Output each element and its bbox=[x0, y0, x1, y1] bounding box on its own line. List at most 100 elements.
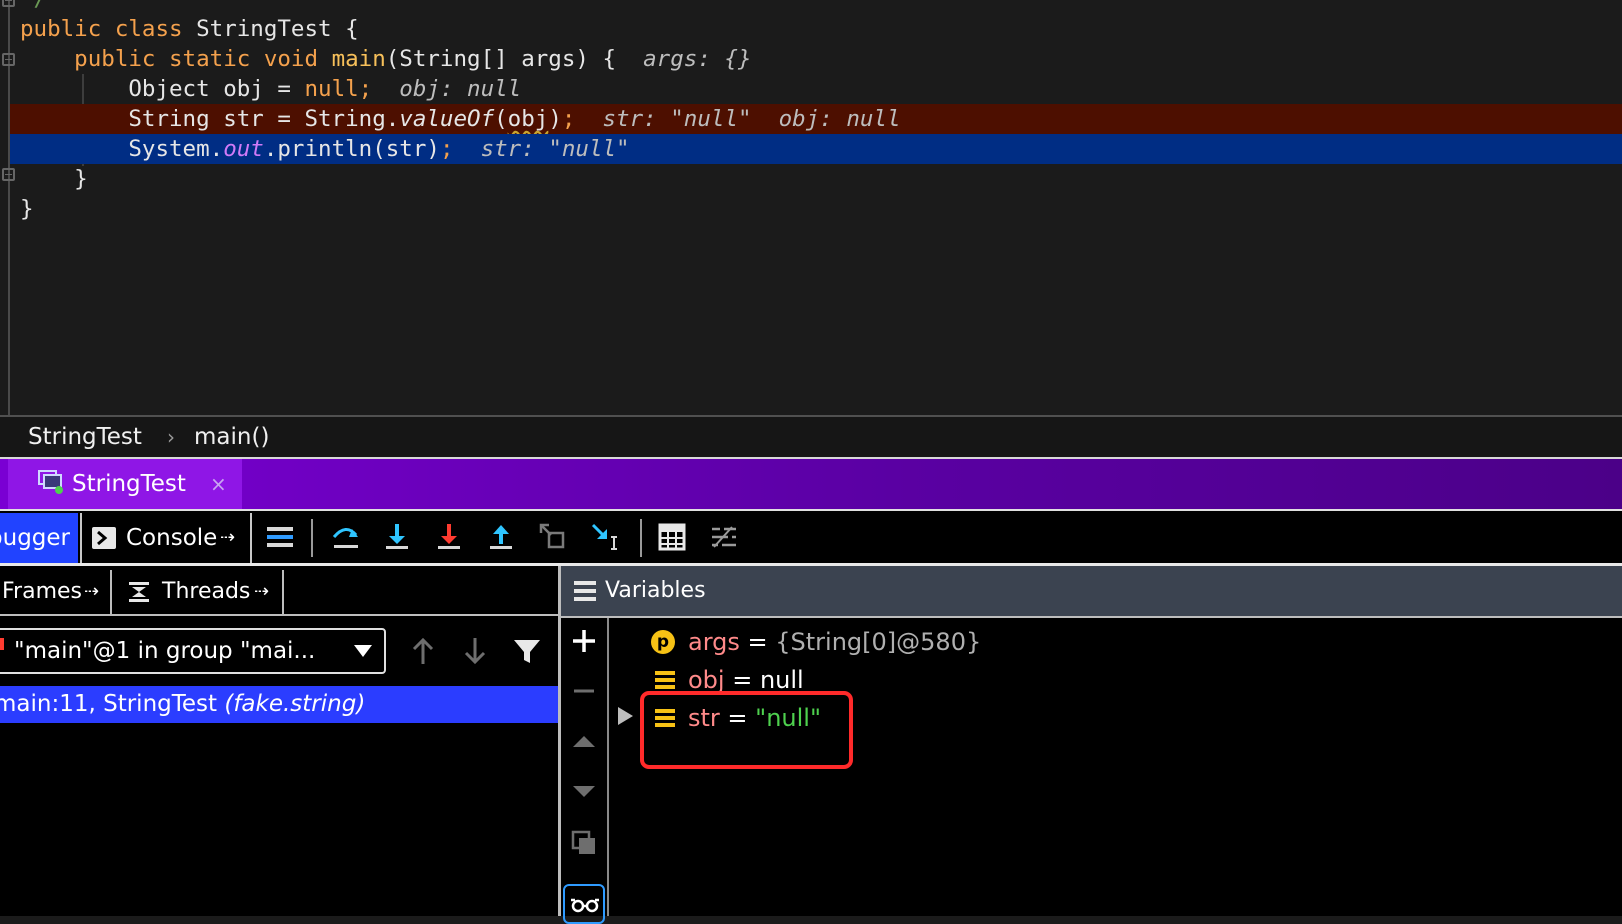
code-token: } bbox=[20, 196, 34, 222]
debugger-toolbar: Debugger Console ⇢ bbox=[0, 509, 1622, 566]
frames-header: Frames ⇢ Threads ⇢ bbox=[0, 566, 558, 616]
threads-icon bbox=[129, 582, 149, 602]
tab-debugger[interactable]: Debugger bbox=[0, 513, 78, 563]
evaluate-expression-icon[interactable] bbox=[656, 521, 688, 553]
step-over-icon[interactable] bbox=[330, 521, 362, 553]
tab-threads-label: Threads bbox=[162, 579, 251, 604]
arrow-up-icon[interactable] bbox=[407, 634, 439, 668]
code-token: ; bbox=[439, 136, 454, 162]
code-line[interactable]: String str = String.valueOf(obj); str: "… bbox=[10, 104, 1622, 134]
run-to-cursor-icon[interactable] bbox=[589, 521, 621, 553]
annotation-highlight-box bbox=[640, 691, 853, 769]
code-line[interactable]: } bbox=[0, 194, 1622, 224]
code-token: ; bbox=[561, 106, 576, 132]
code-line[interactable]: public class StringTest { bbox=[0, 14, 1622, 44]
code-token: .println(str) bbox=[263, 136, 440, 162]
console-icon bbox=[92, 527, 116, 549]
code-token: Object obj = bbox=[20, 76, 305, 102]
remove-watch-icon[interactable] bbox=[571, 678, 597, 704]
variables-icon bbox=[574, 581, 596, 601]
move-up-icon[interactable] bbox=[571, 728, 597, 754]
inline-watches-toggle[interactable] bbox=[563, 884, 605, 924]
code-token: ) bbox=[548, 106, 562, 132]
step-out-icon[interactable] bbox=[485, 521, 517, 553]
add-watch-icon[interactable] bbox=[571, 628, 597, 654]
variable-value: {String[0]@580} bbox=[775, 628, 982, 656]
variable-equals: = bbox=[724, 666, 760, 694]
code-line[interactable]: System.out.println(str); str: "null" bbox=[10, 134, 1622, 164]
frame-location: main:11, StringTest bbox=[0, 691, 218, 717]
drop-frame-icon[interactable] bbox=[537, 521, 569, 553]
code-token: ; bbox=[358, 76, 373, 102]
code-token: main bbox=[331, 46, 386, 72]
pin-tab-icon[interactable]: ⇢ bbox=[84, 570, 99, 614]
code-token: public class bbox=[20, 16, 197, 42]
inline-debug-value: args: {} bbox=[643, 46, 752, 72]
code-token: null bbox=[304, 76, 359, 102]
code-token: String str = String. bbox=[20, 106, 400, 132]
thread-status-icon bbox=[0, 638, 4, 650]
force-step-into-icon[interactable] bbox=[433, 521, 465, 553]
thread-dropdown[interactable]: "main"@1 in group "mai... bbox=[0, 628, 386, 674]
code-token: valueOf bbox=[399, 106, 495, 132]
code-token: } bbox=[20, 166, 88, 192]
step-into-icon[interactable] bbox=[381, 521, 413, 553]
tab-stringtest-session[interactable]: StringTest × bbox=[8, 459, 242, 509]
variable-row-args[interactable]: args = {String[0]@580} bbox=[688, 624, 981, 660]
breadcrumb-method[interactable]: main() bbox=[194, 417, 269, 457]
tab-frames-label: Frames bbox=[2, 579, 83, 604]
variable-name: obj bbox=[688, 666, 725, 694]
inline-debug-value: str: "null" bbox=[453, 136, 630, 162]
tab-console-label: Console bbox=[126, 525, 218, 551]
code-token: */ bbox=[20, 0, 47, 12]
inline-debug-value: obj: null bbox=[372, 76, 522, 102]
tab-threads[interactable]: Threads ⇢ bbox=[114, 570, 284, 614]
inline-debug-value: str: "null" obj: null bbox=[575, 106, 901, 132]
variables-title: Variables bbox=[605, 578, 706, 603]
code-line[interactable]: Object obj = null; obj: null bbox=[0, 74, 1622, 104]
debug-session-icon bbox=[38, 470, 63, 494]
variables-header: Variables bbox=[561, 566, 1622, 618]
run-tab-label: StringTest bbox=[72, 471, 186, 497]
arrow-down-icon[interactable] bbox=[459, 634, 491, 668]
code-token: StringTest { bbox=[196, 16, 359, 42]
show-execution-point-icon[interactable] bbox=[264, 521, 296, 553]
move-down-icon[interactable] bbox=[571, 778, 597, 804]
code-editor[interactable]: */ public class StringTest { public stati… bbox=[0, 0, 1622, 415]
glasses-icon bbox=[571, 898, 599, 913]
toolbar-separator bbox=[311, 519, 313, 557]
field-icon bbox=[655, 671, 675, 689]
code-token: out bbox=[223, 136, 264, 162]
code-line[interactable]: public static void main(String[] args) {… bbox=[0, 44, 1622, 74]
toolbar-separator bbox=[640, 519, 642, 557]
breadcrumb-separator: › bbox=[167, 425, 175, 449]
pin-tab-icon[interactable]: ⇢ bbox=[254, 570, 269, 614]
variable-name: args bbox=[688, 628, 740, 656]
trace-current-stream-icon[interactable] bbox=[708, 521, 740, 553]
code-token: obj bbox=[507, 106, 549, 132]
pin-tab-icon[interactable]: ⇢ bbox=[220, 516, 235, 560]
tab-console[interactable]: Console ⇢ bbox=[80, 513, 252, 563]
variable-equals: = bbox=[739, 628, 776, 656]
code-token: System. bbox=[20, 136, 224, 162]
thread-dropdown-value: "main"@1 in group "mai... bbox=[14, 638, 316, 664]
code-line[interactable]: */ bbox=[0, 0, 1622, 14]
chevron-down-icon bbox=[354, 645, 372, 657]
code-token: (String[] args) { bbox=[385, 46, 644, 72]
expand-arrow-icon[interactable] bbox=[618, 707, 633, 725]
code-line[interactable]: } bbox=[0, 164, 1622, 194]
close-icon[interactable]: × bbox=[210, 459, 227, 509]
frame-row-selected[interactable]: main:11, StringTest (fake.string) bbox=[0, 686, 558, 723]
breadcrumb: StringTest › main() bbox=[0, 415, 1622, 459]
code-token: public static void bbox=[20, 46, 332, 72]
tab-frames[interactable]: Frames ⇢ bbox=[0, 570, 112, 614]
frame-package: (fake.string) bbox=[224, 691, 366, 717]
tab-debugger-label: Debugger bbox=[0, 525, 70, 551]
copy-icon[interactable] bbox=[571, 830, 597, 856]
variables-side-toolbar bbox=[561, 618, 609, 924]
parameter-icon: p bbox=[651, 630, 675, 654]
debug-session-tabbar: StringTest × bbox=[0, 459, 1622, 509]
breadcrumb-class[interactable]: StringTest bbox=[28, 417, 142, 457]
code-token: ( bbox=[494, 106, 508, 132]
filter-icon[interactable] bbox=[511, 634, 543, 668]
